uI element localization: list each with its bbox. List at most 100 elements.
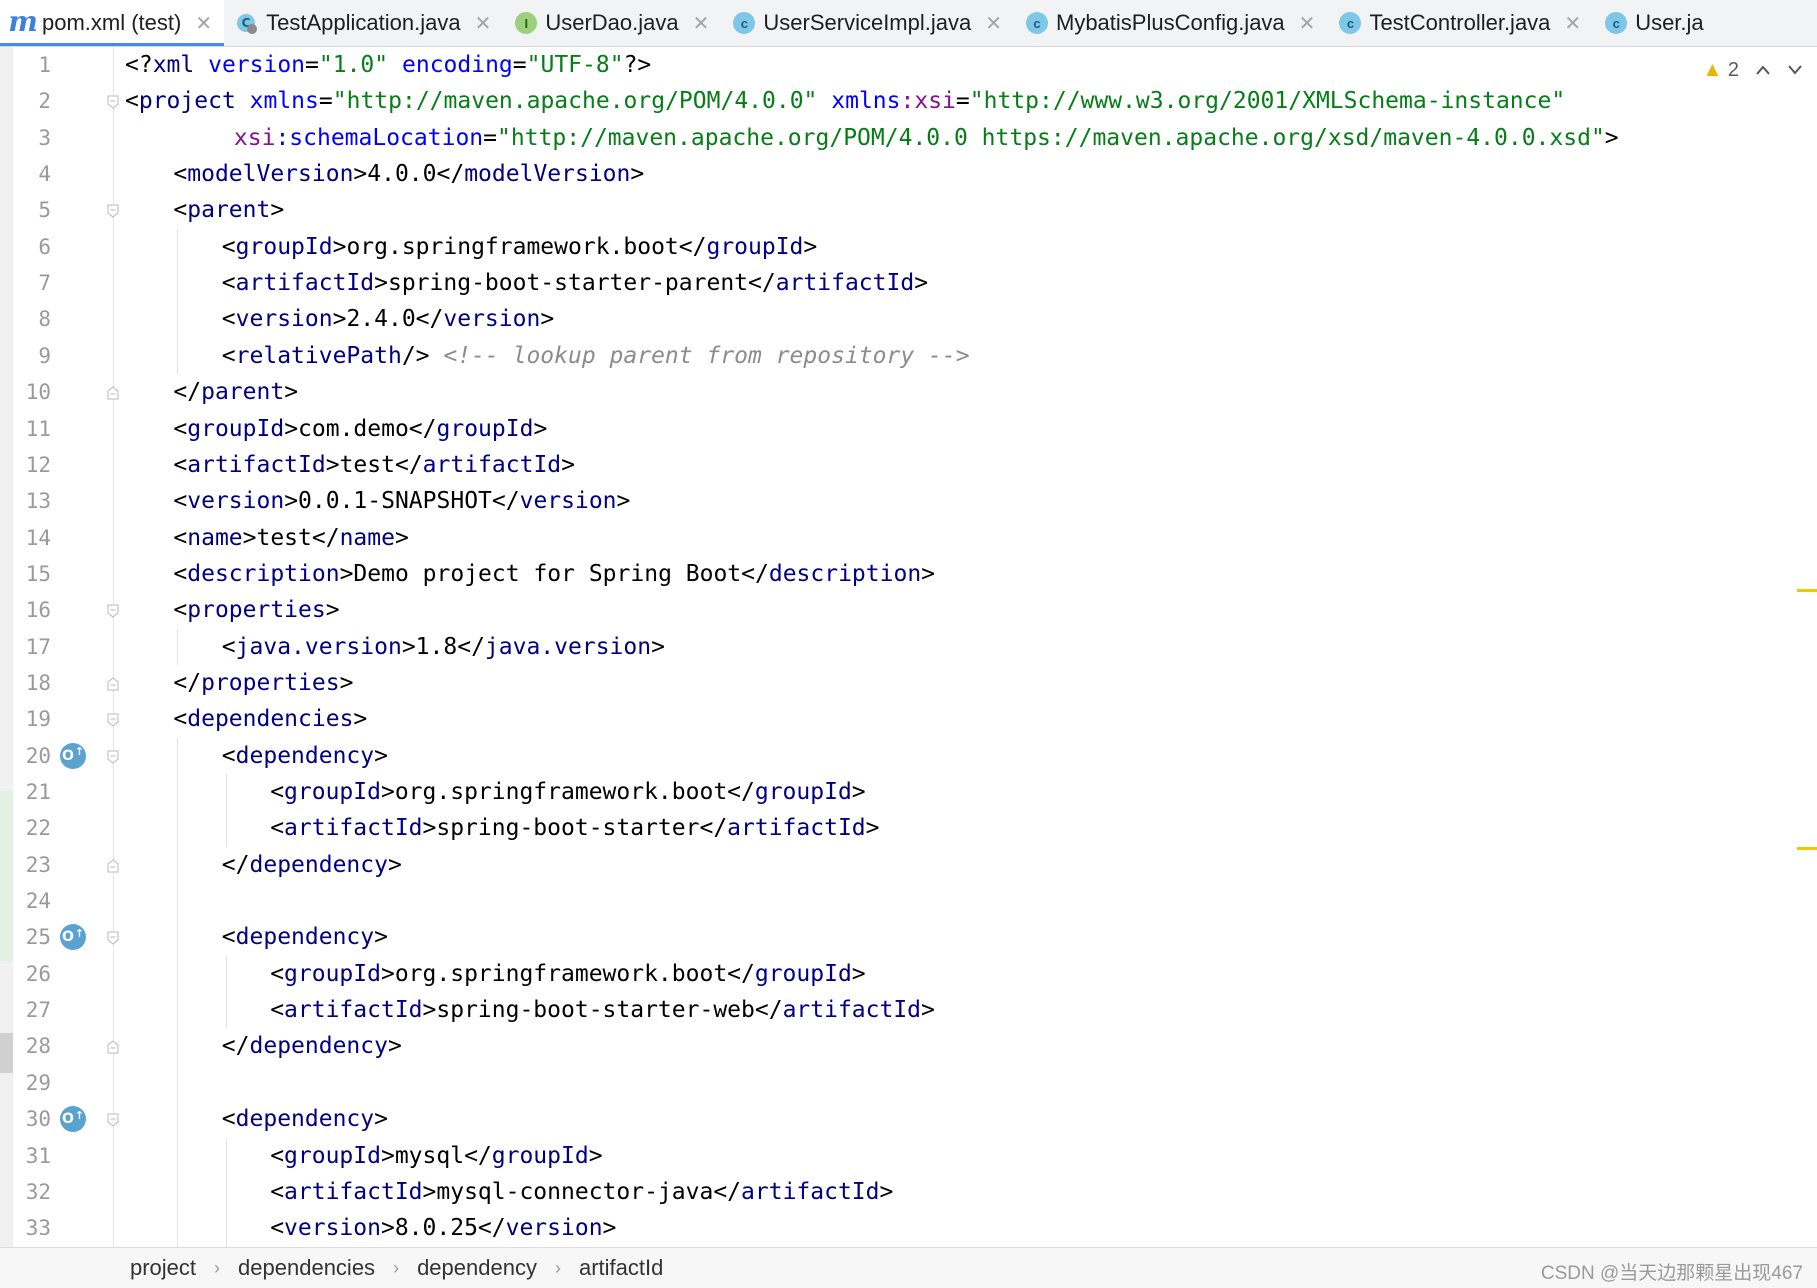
line-number[interactable]: 12 (13, 447, 51, 484)
code-line[interactable]: 2 <project xmlns="http://maven.apache.org… (0, 83, 1817, 120)
code-text[interactable]: <relativePath/> <!-- lookup parent from … (222, 338, 970, 375)
code-line[interactable]: 31 <groupId>mysql</groupId> (0, 1138, 1817, 1175)
code-line[interactable]: 18 </properties> (0, 665, 1817, 702)
error-stripe-mark[interactable] (1797, 589, 1817, 592)
fold-expand-icon[interactable] (107, 931, 119, 946)
code-text[interactable]: <parent> (173, 192, 284, 229)
line-number[interactable]: 31 (13, 1138, 51, 1175)
code-line[interactable]: 32 <artifactId>mysql-connector-java</arti… (0, 1174, 1817, 1211)
fold-expand-icon[interactable] (107, 204, 119, 219)
close-icon[interactable]: ✕ (1564, 11, 1581, 36)
code-line[interactable]: 19 <dependencies> (0, 701, 1817, 738)
line-number[interactable]: 29 (13, 1065, 51, 1102)
fold-expand-icon[interactable] (107, 1113, 119, 1127)
code-line[interactable]: 4 <modelVersion>4.0.0</modelVersion> (0, 156, 1817, 193)
line-number[interactable]: 32 (13, 1174, 51, 1211)
code-text[interactable]: <groupId>com.demo</groupId> (173, 411, 547, 448)
fold-collapse-icon[interactable] (107, 386, 119, 400)
code-text[interactable]: <java.version>1.8</java.version> (222, 629, 665, 666)
line-number[interactable]: 19 (13, 701, 51, 738)
code-line[interactable]: 11 <groupId>com.demo</groupId> (0, 411, 1817, 448)
code-text[interactable]: xsi:schemaLocation="http://maven.apache.… (234, 120, 1619, 157)
fold-collapse-icon[interactable] (107, 1040, 119, 1054)
tab-3[interactable]: c UserServiceImpl.java ✕ (721, 0, 1014, 46)
code-line[interactable]: 24 (0, 883, 1817, 920)
code-line[interactable]: 22 <artifactId>spring-boot-starter</artif… (0, 810, 1817, 847)
fold-collapse-icon[interactable] (107, 859, 119, 873)
line-number[interactable]: 18 (13, 665, 51, 702)
code-line[interactable]: 20 O ↑ <dependency> (0, 738, 1817, 775)
line-number[interactable]: 15 (13, 556, 51, 593)
line-number[interactable]: 14 (13, 520, 51, 557)
close-icon[interactable]: ✕ (195, 11, 212, 36)
code-text[interactable]: </dependency> (222, 847, 402, 884)
code-text[interactable]: <description>Demo project for Spring Boo… (173, 556, 935, 593)
fold-expand-icon[interactable] (107, 95, 119, 109)
line-number[interactable]: 28 (13, 1028, 51, 1065)
code-line[interactable]: 13 <version>0.0.1-SNAPSHOT</version> (0, 483, 1817, 520)
code-text[interactable]: </parent> (173, 374, 298, 411)
line-number[interactable]: 17 (13, 629, 51, 666)
breadcrumb-item[interactable]: dependency (417, 1255, 537, 1281)
line-number[interactable]: 22 (13, 810, 51, 847)
code-line[interactable]: 25 O ↑ <dependency> (0, 919, 1817, 956)
code-text[interactable]: <version>0.0.1-SNAPSHOT</version> (173, 483, 630, 520)
code-line[interactable]: 10 </parent> (0, 374, 1817, 411)
fold-expand-icon[interactable] (107, 713, 119, 727)
tab-0[interactable]: m pom.xml (test) ✕ (0, 0, 225, 46)
line-number[interactable]: 1 (13, 47, 51, 84)
line-number[interactable]: 8 (13, 301, 51, 338)
close-icon[interactable]: ✕ (1299, 11, 1316, 36)
line-number[interactable]: 2 (13, 83, 51, 120)
line-number[interactable]: 26 (13, 956, 51, 993)
code-text[interactable]: <dependencies> (173, 701, 367, 738)
code-line[interactable]: 9 <relativePath/> <!-- lookup parent from… (0, 338, 1817, 375)
code-line[interactable]: 23 </dependency> (0, 847, 1817, 884)
line-number[interactable]: 10 (13, 374, 51, 411)
code-line[interactable]: 26 <groupId>org.springframework.boot</gro… (0, 956, 1817, 993)
close-icon[interactable]: ✕ (693, 11, 710, 36)
code-text[interactable]: <artifactId>spring-boot-starter</artifac… (270, 810, 879, 847)
code-text[interactable]: </properties> (173, 665, 353, 702)
fold-expand-icon[interactable] (107, 750, 119, 764)
code-line[interactable]: 33 <version>8.0.25</version> (0, 1210, 1817, 1247)
code-line[interactable]: 21 <groupId>org.springframework.boot</gro… (0, 774, 1817, 811)
code-text[interactable]: <dependency> (222, 738, 388, 775)
code-line[interactable]: 29 (0, 1065, 1817, 1102)
code-line[interactable]: 28 </dependency> (0, 1028, 1817, 1065)
inspection-widget[interactable]: ▲ 2 (1703, 59, 1803, 82)
line-number[interactable]: 16 (13, 592, 51, 629)
code-text[interactable]: <properties> (173, 592, 339, 629)
breadcrumb-item[interactable]: dependencies (238, 1255, 375, 1281)
code-text[interactable]: <version>2.4.0</version> (222, 301, 554, 338)
tab-4[interactable]: c MybatisPlusConfig.java ✕ (1014, 0, 1327, 46)
code-text[interactable]: <artifactId>spring-boot-starter-parent</… (222, 265, 928, 302)
line-number[interactable]: 21 (13, 774, 51, 811)
code-text[interactable]: <groupId>mysql</groupId> (270, 1138, 602, 1175)
line-number[interactable]: 4 (13, 156, 51, 193)
code-line[interactable]: 17 <java.version>1.8</java.version> (0, 629, 1817, 666)
line-number[interactable]: 33 (13, 1210, 51, 1247)
tab-1[interactable]: C TestApplication.java ✕ (224, 0, 503, 46)
code-text[interactable]: <version>8.0.25</version> (270, 1210, 616, 1247)
close-icon[interactable]: ✕ (985, 11, 1002, 36)
code-text[interactable]: </dependency> (222, 1028, 402, 1065)
breadcrumb-item[interactable]: artifactId (579, 1255, 663, 1281)
line-number[interactable]: 20 (13, 738, 51, 775)
line-number[interactable]: 13 (13, 483, 51, 520)
fold-collapse-icon[interactable] (107, 677, 119, 691)
code-line[interactable]: 30 O ↑ <dependency> (0, 1101, 1817, 1138)
code-line[interactable]: 1 <?xml version="1.0" encoding="UTF-8"?> (0, 47, 1817, 84)
tab-5[interactable]: c TestController.java ✕ (1327, 0, 1593, 46)
line-number[interactable]: 11 (13, 411, 51, 448)
line-number[interactable]: 6 (13, 229, 51, 266)
line-number[interactable]: 25 (13, 919, 51, 956)
code-text[interactable]: <groupId>org.springframework.boot</group… (270, 774, 865, 811)
code-text[interactable]: <artifactId>test</artifactId> (173, 447, 575, 484)
line-number[interactable]: 27 (13, 992, 51, 1029)
tab-6[interactable]: c User.ja (1593, 0, 1715, 46)
next-highlight-icon[interactable] (1787, 59, 1803, 82)
code-line[interactable]: 6 <groupId>org.springframework.boot</grou… (0, 229, 1817, 266)
breadcrumb-item[interactable]: project (130, 1255, 196, 1281)
close-icon[interactable]: ✕ (475, 11, 492, 36)
